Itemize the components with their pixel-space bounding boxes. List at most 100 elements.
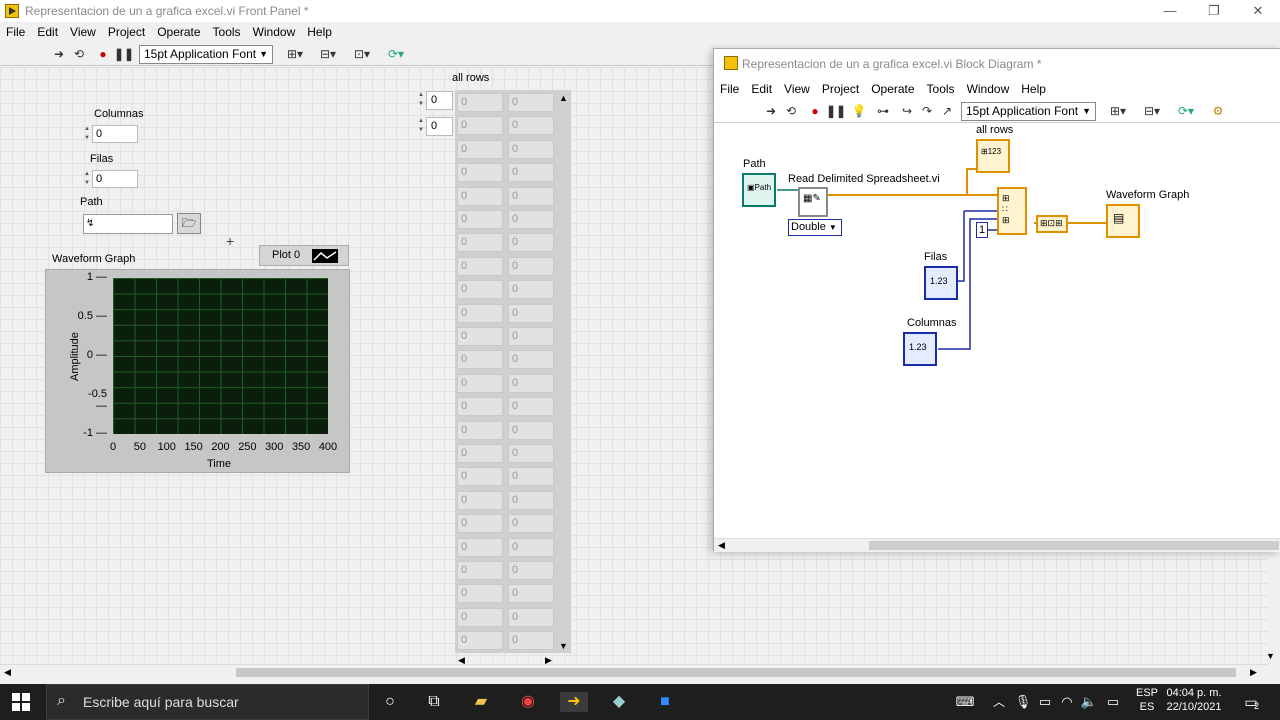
scroll-left-icon[interactable]: ◀ [718, 540, 725, 551]
browse-folder-button[interactable]: 🗁 [177, 213, 201, 234]
array-cell[interactable]: 0 [508, 631, 554, 651]
chrome-icon[interactable]: ◉ [517, 692, 539, 712]
array-cell[interactable]: 0 [508, 116, 554, 136]
waveform-graph-terminal[interactable]: ▤ [1106, 204, 1140, 238]
row-index[interactable]: 0 [426, 91, 453, 110]
row-index-stepper-icon[interactable]: ▲ ▼ [416, 91, 426, 110]
array-cell[interactable]: 0 [457, 397, 503, 417]
transpose-array-node[interactable]: ⊞⊡⊞ [1036, 215, 1068, 233]
array-cell[interactable]: 0 [508, 233, 554, 253]
distribute-objects-icon[interactable]: ⊟▾ [316, 46, 340, 62]
minimize-button[interactable]: — [1148, 0, 1192, 22]
array-cell[interactable]: 0 [508, 256, 554, 276]
labview-taskbar-icon[interactable]: ➜ [560, 692, 588, 712]
reorder-icon[interactable]: ⟳▾ [384, 46, 408, 62]
scroll-right-icon[interactable]: ▶ [1250, 667, 1257, 678]
array-cell[interactable]: 0 [508, 584, 554, 604]
col-index[interactable]: 0 [426, 117, 453, 136]
columnas-value[interactable]: 0 [92, 125, 138, 143]
restore-button[interactable]: ❐ [1192, 0, 1236, 22]
array-cell[interactable]: 0 [508, 163, 554, 183]
array-cell[interactable]: 0 [508, 420, 554, 440]
hscroll-thumb[interactable] [869, 541, 1279, 550]
windows-start-icon[interactable] [12, 693, 30, 711]
menu-help[interactable]: Help [301, 25, 338, 39]
array-cell[interactable]: 0 [457, 163, 503, 183]
array-cell[interactable]: 0 [457, 233, 503, 253]
tray-display-icon[interactable]: ▭ [1102, 692, 1124, 712]
array-cell[interactable]: 0 [508, 490, 554, 510]
array-cell[interactable]: 0 [457, 139, 503, 159]
tray-mic-icon[interactable]: 🎙 [1012, 692, 1034, 712]
array-cell[interactable]: 0 [508, 350, 554, 370]
task-view-icon[interactable]: ⧉ [423, 692, 445, 712]
zoom-icon[interactable]: ■ [654, 692, 676, 712]
front-panel-hscrollbar[interactable]: ◀ ▶ [0, 664, 1268, 680]
cortana-icon[interactable]: ○ [379, 692, 401, 712]
array-cell[interactable]: 0 [457, 280, 503, 300]
array-cell[interactable]: 0 [508, 397, 554, 417]
array-cell[interactable]: 0 [457, 256, 503, 276]
array-cell[interactable]: 0 [508, 186, 554, 206]
menu-view[interactable]: View [64, 25, 102, 39]
array-cell[interactable]: 0 [457, 327, 503, 346]
array-cell[interactable]: 0 [457, 537, 503, 557]
array-cell[interactable]: 0 [457, 607, 503, 627]
array-cell[interactable]: 0 [457, 303, 503, 323]
col-index-stepper-icon[interactable]: ▲ ▼ [416, 117, 426, 136]
array-cell[interactable]: 0 [457, 93, 503, 112]
file-explorer-icon[interactable]: ▰ [470, 692, 492, 712]
array-cell[interactable]: 0 [508, 467, 554, 487]
path-control[interactable]: ↯ [83, 214, 173, 234]
resize-objects-icon[interactable]: ⊡▾ [350, 46, 374, 62]
menu-tools[interactable]: Tools [207, 25, 247, 39]
array-cell[interactable]: 0 [457, 373, 503, 393]
array-cell[interactable]: 0 [508, 537, 554, 557]
menu-operate[interactable]: Operate [151, 25, 206, 39]
run-arrow-icon[interactable]: ➜ [50, 46, 68, 62]
plot-legend[interactable]: Plot 0 [259, 245, 349, 266]
vscroll-down-icon[interactable]: ▼ [1266, 651, 1275, 661]
taskbar-search-box[interactable]: ⌕ Escribe aquí para buscar [46, 684, 369, 720]
filas-value[interactable]: 0 [92, 170, 138, 188]
array-cell[interactable]: 0 [457, 467, 503, 487]
array-cell[interactable]: 0 [457, 490, 503, 510]
all-rows-indicator-terminal[interactable]: ⊞123 [976, 139, 1010, 173]
block-diagram-hscrollbar[interactable]: ◀ [714, 538, 1280, 552]
hscroll-thumb[interactable] [236, 668, 1236, 677]
array-cell[interactable]: 0 [508, 303, 554, 323]
columnas-terminal[interactable]: 1.23 [903, 332, 937, 366]
array-cell[interactable]: 0 [508, 327, 554, 346]
menu-edit[interactable]: Edit [31, 25, 64, 39]
array-cell[interactable]: 0 [508, 444, 554, 463]
run-continuously-icon[interactable]: ⟲ [70, 46, 88, 62]
path-terminal[interactable]: ▣Path [742, 173, 776, 207]
array-cell[interactable]: 0 [457, 514, 503, 534]
double-type-selector[interactable]: Double ▼ [788, 219, 842, 236]
array-cell[interactable]: 0 [508, 210, 554, 229]
abort-icon[interactable]: ● [94, 46, 112, 62]
array-cell[interactable]: 0 [508, 561, 554, 580]
clock[interactable]: 04:04 p. m. 22/10/2021 [1164, 684, 1224, 720]
tray-overflow-chevron-icon[interactable]: ︿ [988, 692, 1010, 712]
menu-project[interactable]: Project [102, 25, 151, 39]
array-subset-node[interactable]: ⊞ ∷ ⊞ [997, 187, 1027, 235]
tray-keyboard-icon[interactable]: ⌨ [954, 692, 976, 712]
increment-decrement-icon[interactable]: ▲ ▼ [82, 170, 92, 188]
array-scroll-up-icon[interactable]: ▲ [559, 93, 568, 103]
array-cell[interactable]: 0 [457, 420, 503, 440]
menu-window[interactable]: Window [247, 25, 302, 39]
array-cell[interactable]: 0 [457, 210, 503, 229]
input-language[interactable]: ESP ES [1134, 684, 1160, 720]
close-button[interactable]: ✕ [1236, 0, 1280, 22]
tray-volume-icon[interactable]: 🔈 [1078, 692, 1100, 712]
array-cell[interactable]: 0 [508, 607, 554, 627]
array-cell[interactable]: 0 [508, 280, 554, 300]
align-objects-icon[interactable]: ⊞▾ [283, 46, 307, 62]
filas-terminal[interactable]: 1.23 [924, 266, 958, 300]
array-cell[interactable]: 0 [508, 373, 554, 393]
array-cell[interactable]: 0 [508, 93, 554, 112]
app-taskbar-icon[interactable]: ◆ [608, 692, 630, 712]
array-scroll-down-icon[interactable]: ▼ [559, 641, 568, 651]
array-cell[interactable]: 0 [457, 444, 503, 463]
